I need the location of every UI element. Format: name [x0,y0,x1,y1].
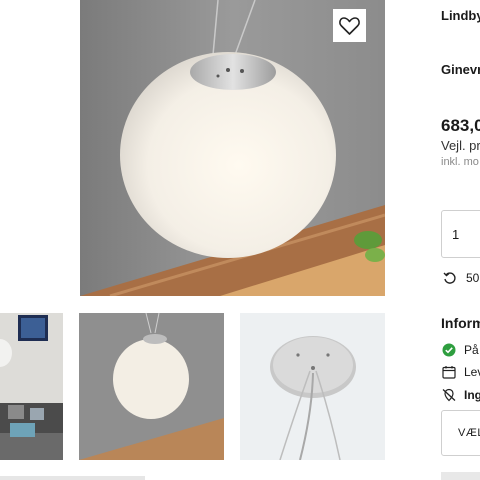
select-variant-label: VÆL [458,427,480,439]
quantity-value: 1 [452,227,460,242]
select-variant-button[interactable]: VÆL [441,410,480,456]
bottom-panel-edge [441,472,480,480]
main-product-image[interactable] [80,0,385,296]
vat-note: inkl. mo [441,156,479,168]
return-arrow-icon [443,272,456,284]
info-item-text: Lev [464,365,480,379]
calendar-icon [442,366,456,379]
info-item-text: Ing [464,388,480,402]
thumbnail-row-divider [0,476,145,480]
quantity-input[interactable]: 1 [441,210,480,258]
heart-icon [339,17,360,35]
brand-name[interactable]: Lindby [441,8,480,23]
pendant-lamp-photo [80,0,385,296]
product-title: Ginevr [441,62,480,77]
thumbnail-3[interactable] [240,313,385,460]
info-heading: Inform [441,315,480,331]
living-room-photo [0,313,63,460]
pendant-lamp-thumbnail [79,313,224,460]
canopy-detail-thumbnail [240,313,385,460]
no-delivery-icon [442,388,456,402]
wishlist-button[interactable] [333,9,366,42]
recommended-price: Vejl. pr [441,138,480,153]
return-days-text: 50 [466,271,480,285]
thumbnail-1[interactable] [0,313,63,460]
check-circle-icon [442,343,456,357]
info-item-text: På [464,343,479,357]
thumbnail-2[interactable] [79,313,224,460]
product-price: 683,0 [441,116,480,135]
